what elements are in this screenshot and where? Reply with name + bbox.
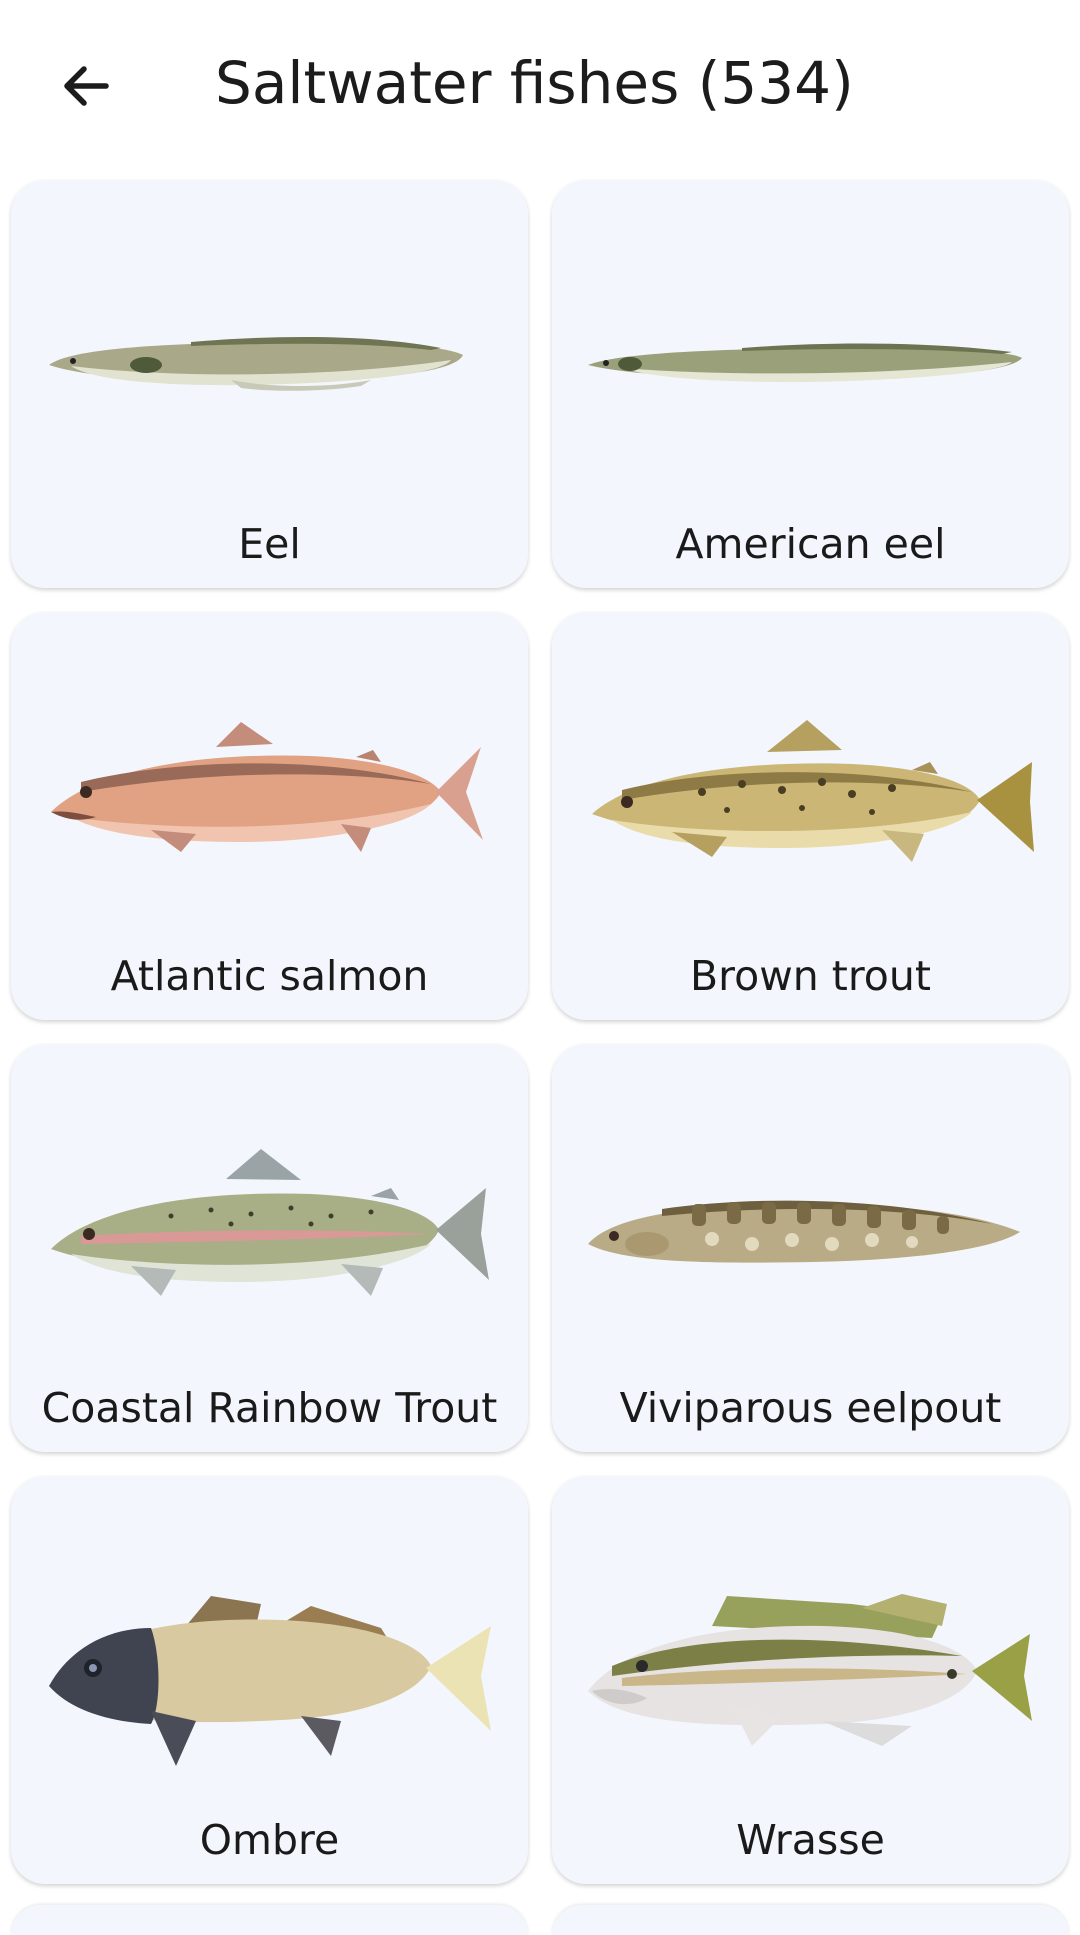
fish-card-atlantic-salmon[interactable]: Atlantic salmon bbox=[11, 612, 528, 1020]
fish-name: Eel bbox=[238, 520, 301, 568]
back-button[interactable] bbox=[40, 40, 132, 132]
fish-card-brown-trout[interactable]: Brown trout bbox=[552, 612, 1069, 1020]
fish-card-eel[interactable]: Eel bbox=[11, 180, 528, 588]
fish-name: American eel bbox=[675, 520, 946, 568]
fish-name: Ombre bbox=[199, 1816, 340, 1864]
fish-card-ombre[interactable]: Ombre bbox=[11, 1476, 528, 1884]
arrow-left-icon bbox=[64, 66, 109, 106]
app-bar: Saltwater fishes (534) bbox=[0, 0, 1080, 170]
fish-card-american-eel[interactable]: American eel bbox=[552, 180, 1069, 588]
viviparous-eelpout-illustration bbox=[588, 1200, 1020, 1263]
eel-illustration bbox=[49, 337, 463, 391]
atlantic-salmon-illustration bbox=[51, 722, 483, 852]
fish-name: Coastal Rainbow Trout bbox=[41, 1384, 498, 1432]
coastal-rainbow-trout-illustration bbox=[51, 1149, 489, 1296]
ombre-illustration bbox=[49, 1596, 491, 1766]
brown-trout-illustration bbox=[592, 720, 1034, 862]
fish-card-partial[interactable] bbox=[11, 1905, 528, 1935]
fish-name: Brown trout bbox=[690, 952, 931, 1000]
fish-name: Viviparous eelpout bbox=[619, 1384, 1002, 1432]
fish-card-viviparous-eelpout[interactable]: Viviparous eelpout bbox=[552, 1044, 1069, 1452]
fish-name: Atlantic salmon bbox=[110, 952, 429, 1000]
american-eel-illustration bbox=[588, 343, 1022, 383]
fish-card-partial[interactable] bbox=[552, 1905, 1069, 1935]
fish-card-coastal-rainbow-trout[interactable]: Coastal Rainbow Trout bbox=[11, 1044, 528, 1452]
wrasse-illustration bbox=[588, 1594, 1032, 1746]
page-title: Saltwater fishes (534) bbox=[215, 49, 854, 117]
fish-name: Wrasse bbox=[736, 1816, 885, 1864]
fish-card-wrasse[interactable]: Wrasse bbox=[552, 1476, 1069, 1884]
